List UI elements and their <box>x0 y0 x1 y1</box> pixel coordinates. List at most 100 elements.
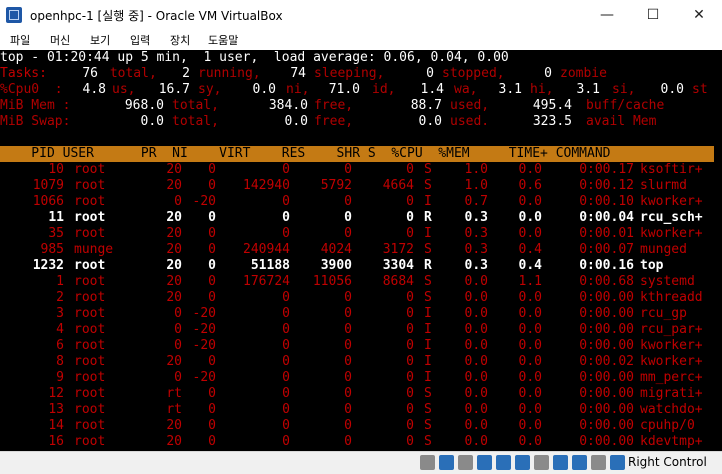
display-icon[interactable] <box>534 455 549 470</box>
process-res: 0 <box>344 322 352 337</box>
audio-icon[interactable] <box>458 455 473 470</box>
process-mem: 0.0 <box>518 370 542 385</box>
process-mem: 0.0 <box>518 290 542 305</box>
process-time: 0:00.00 <box>579 434 634 449</box>
swap-total: 0.0 <box>140 114 164 129</box>
maximize-button[interactable]: ☐ <box>630 0 676 30</box>
vm-console-screen[interactable]: top - 01:20:44 up 5 min, 1 user, load av… <box>0 50 722 451</box>
cpu-line: %Cpu0 :4.8 us, 16.7 sy, 0.0 ni, 71.0 id, 1.4 wa, 3… <box>0 82 708 97</box>
process-row: 2 root 20 0 0 0 0 S 0.0 0.0 0:00.00 kthreadd <box>0 290 722 306</box>
process-pr: 0 <box>174 338 182 353</box>
mem-total: 968.0 <box>124 98 164 113</box>
process-virt: 0 <box>282 338 290 353</box>
process-user: root <box>74 162 106 177</box>
process-mem: 0.0 <box>518 338 542 353</box>
cpu-id: 71.0 <box>328 82 360 97</box>
process-s: S <box>424 386 432 401</box>
process-cpu: 0.0 <box>464 290 488 305</box>
mem-buff-cache: 495.4 <box>532 98 572 113</box>
process-shr: 0 <box>406 386 414 401</box>
process-shr: 3172 <box>382 242 414 257</box>
mouse-integration-icon[interactable] <box>591 455 606 470</box>
process-ni: 0 <box>208 418 216 433</box>
menu-input[interactable]: 입력 <box>130 32 150 48</box>
tasks-zombie: 0 <box>544 66 552 81</box>
swap-free: 0.0 <box>284 114 308 129</box>
menu-devices[interactable]: 장치 <box>170 32 190 48</box>
process-time: 0:00.07 <box>579 242 634 257</box>
process-row: 9 root 0 -20 0 0 0 I 0.0 0.0 0:00.00 mm_perc+ <box>0 370 722 386</box>
process-row: 16 root 20 0 0 0 0 S 0.0 0.0 0:00.00 kdevtmp+ <box>0 434 722 450</box>
process-shr: 0 <box>406 194 414 209</box>
process-user: root <box>74 354 106 369</box>
process-s: S <box>424 402 432 417</box>
process-cpu: 0.0 <box>464 386 488 401</box>
tasks-sleeping: 74 <box>290 66 306 81</box>
process-pr: 0 <box>174 194 182 209</box>
process-virt: 0 <box>282 306 290 321</box>
tasks-line: Tasks: 76 total, 2 running, 74 sleeping, 0 stop… <box>0 66 607 81</box>
process-user: root <box>74 178 106 193</box>
process-pr: rt <box>166 402 182 417</box>
process-res: 0 <box>344 402 352 417</box>
process-s: S <box>424 242 432 257</box>
process-time: 0:00.00 <box>579 418 634 433</box>
process-virt: 51188 <box>250 258 290 273</box>
shared-folder-icon[interactable] <box>515 455 530 470</box>
process-pid: 9 <box>56 370 64 385</box>
process-ni: -20 <box>192 338 216 353</box>
close-button[interactable]: ✕ <box>676 0 722 30</box>
process-ni: 0 <box>208 386 216 401</box>
process-res: 0 <box>344 226 352 241</box>
optical-drive-icon[interactable] <box>439 455 454 470</box>
process-mem: 0.0 <box>518 354 542 369</box>
hard-disk-icon[interactable] <box>420 455 435 470</box>
process-shr: 0 <box>406 338 414 353</box>
process-res: 0 <box>344 434 352 449</box>
process-cmd: watchdo+ <box>640 402 703 417</box>
process-ni: 0 <box>208 162 216 177</box>
swap-line: MiB Swap: 0.0 total, 0.0 free, 0.0 used. 323.5 a… <box>0 114 657 129</box>
process-cmd: ksoftir+ <box>640 162 703 177</box>
process-s: I <box>424 226 432 241</box>
mem-free: 384.0 <box>268 98 308 113</box>
process-cmd: kworker+ <box>640 226 703 241</box>
process-pid: 16 <box>48 434 64 449</box>
swap-avail: 323.5 <box>532 114 572 129</box>
menu-file[interactable]: 파일 <box>10 32 30 48</box>
process-ni: 0 <box>208 210 216 225</box>
process-pr: 20 <box>166 274 182 289</box>
process-cpu: 0.0 <box>464 402 488 417</box>
minimize-button[interactable]: — <box>584 0 630 30</box>
process-cpu: 0.0 <box>464 434 488 449</box>
process-cmd: rcu_par+ <box>640 322 703 337</box>
process-cpu: 1.0 <box>464 162 488 177</box>
process-ni: -20 <box>192 370 216 385</box>
process-s: S <box>424 274 432 289</box>
process-cmd: mm_perc+ <box>640 370 703 385</box>
process-cpu: 0.0 <box>464 338 488 353</box>
process-shr: 0 <box>406 290 414 305</box>
process-cmd: kdevtmp+ <box>640 434 703 449</box>
usb-icon[interactable] <box>496 455 511 470</box>
process-mem: 0.0 <box>518 210 542 225</box>
process-cpu: 1.0 <box>464 178 488 193</box>
cpu-icon[interactable] <box>572 455 587 470</box>
video-capture-icon[interactable] <box>553 455 568 470</box>
process-res: 0 <box>344 210 352 225</box>
process-res: 0 <box>344 370 352 385</box>
process-user: root <box>74 210 106 225</box>
process-time: 0:00.00 <box>579 290 634 305</box>
network-icon[interactable] <box>477 455 492 470</box>
window-title: openhpc-1 [실행 중] - Oracle VM VirtualBox <box>30 9 283 23</box>
process-s: I <box>424 354 432 369</box>
menu-machine[interactable]: 머신 <box>50 32 70 48</box>
menu-help[interactable]: 도움말 <box>208 32 238 48</box>
arrow-down-icon[interactable] <box>610 455 625 470</box>
process-row: 14 root 20 0 0 0 0 S 0.0 0.0 0:00.00 cpuhp/0 <box>0 418 722 434</box>
menu-view[interactable]: 보기 <box>90 32 110 48</box>
window-titlebar[interactable]: openhpc-1 [실행 중] - Oracle VM VirtualBox … <box>0 0 722 30</box>
process-shr: 0 <box>406 354 414 369</box>
process-shr: 0 <box>406 306 414 321</box>
process-user: root <box>74 386 106 401</box>
